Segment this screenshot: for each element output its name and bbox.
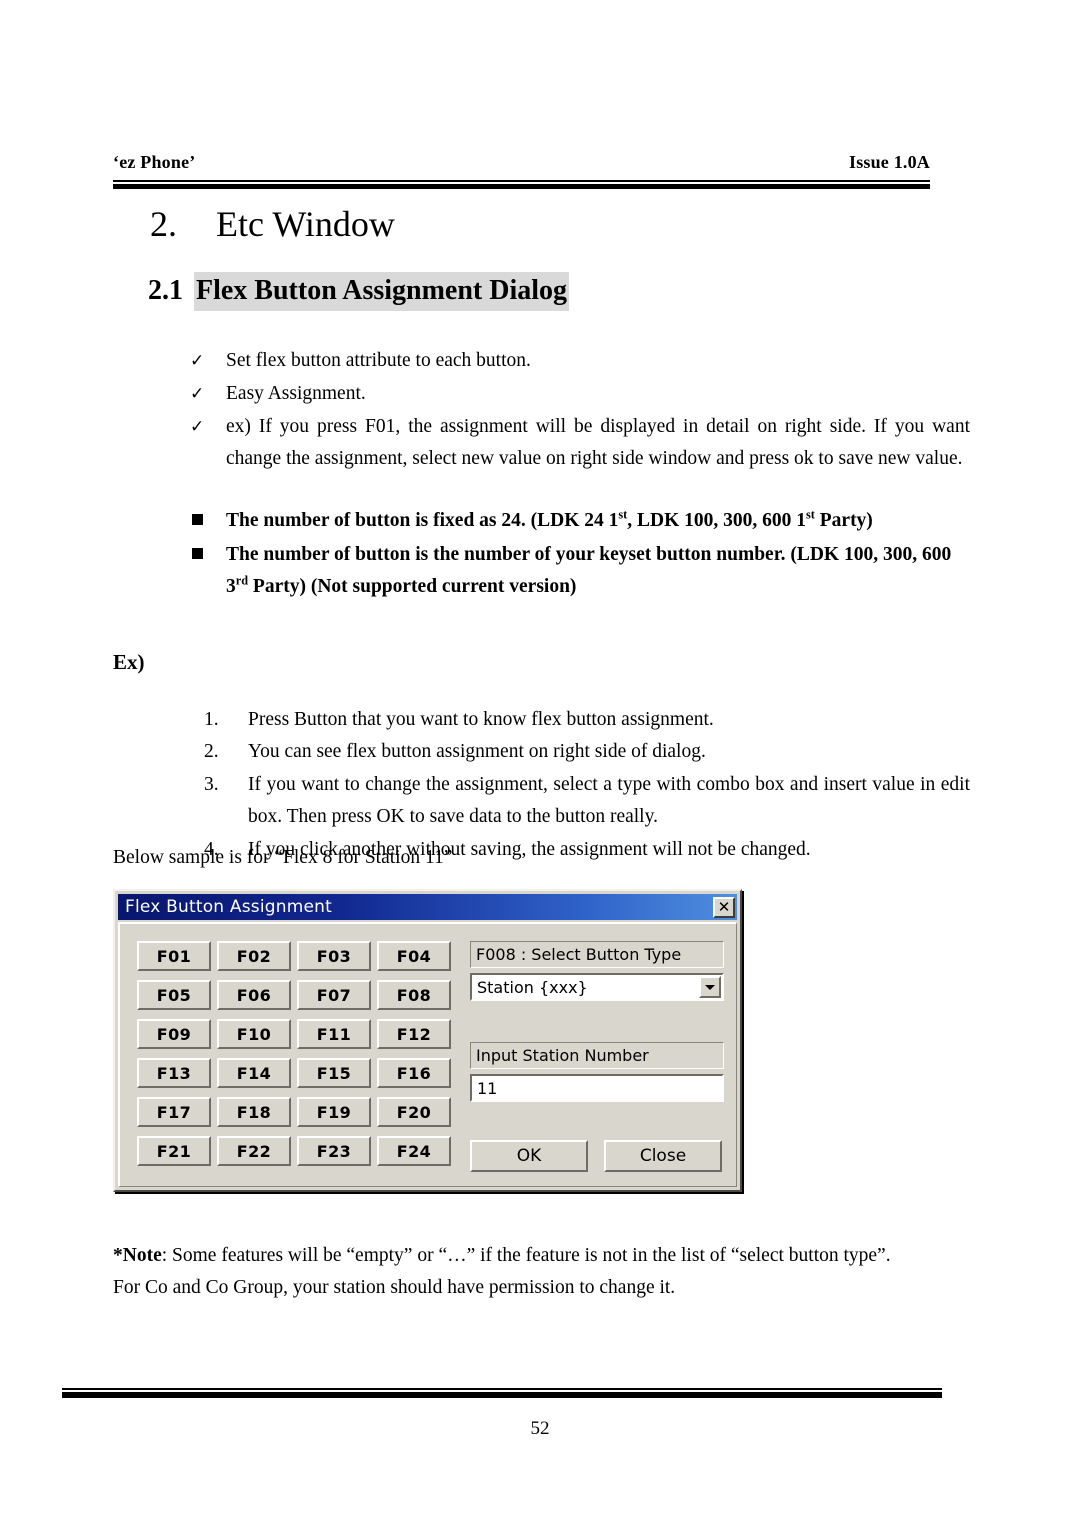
flex-button-f04[interactable]: F04 [377,941,451,971]
square-bullet-icon [192,513,203,525]
flex-button-f21[interactable]: F21 [137,1136,211,1166]
flex-button-f19[interactable]: F19 [297,1097,371,1127]
list-item-text: You can see flex button assignment on ri… [248,741,706,762]
footer-divider [62,1388,942,1398]
flex-button-f22[interactable]: F22 [217,1136,291,1166]
input-station-number-label: Input Station Number [470,1042,724,1069]
section-number: 2. [150,204,177,244]
list-item-text: ex) If you press F01, the assignment wil… [226,415,970,469]
flex-button-f17[interactable]: F17 [137,1097,211,1127]
subsection-heading: 2.1 Flex Button Assignment Dialog [148,272,570,311]
flex-button-f14[interactable]: F14 [217,1058,291,1088]
square-bullet-icon [192,547,203,559]
note-line-1: : Some features will be “empty” or “…” i… [161,1245,891,1266]
example-step-list: 1. Press Button that you want to know fle… [150,704,970,867]
list-item-number: 2. [204,741,219,762]
flex-button-f06[interactable]: F06 [217,980,291,1010]
flex-button-f01[interactable]: F01 [137,941,211,971]
list-item-number: 1. [204,708,219,730]
list-item: The number of button is fixed as 24. (LD… [190,505,970,537]
section-title: Etc Window [216,204,395,244]
list-item: 1. Press Button that you want to know fle… [190,704,970,737]
list-item: ✓ ex) If you press F01, the assignment wi… [190,411,970,475]
flex-button-f02[interactable]: F02 [217,941,291,971]
header-divider-thin-line [113,180,930,182]
page-title: 2. Etc Window [150,203,395,245]
button-type-combobox[interactable]: Station {xxx} [470,973,724,1001]
list-item: 2. You can see flex button assignment on … [190,736,970,769]
note-line-2: For Co and Co Group, your station should… [113,1277,676,1298]
list-item-text: The number of button is fixed as 24. (LD… [226,507,873,531]
subsection-number: 2.1 [148,275,183,306]
list-item-text: Set flex button attribute to each button… [226,349,531,371]
subsection-title: Flex Button Assignment Dialog [194,272,570,311]
header-divider [113,180,930,189]
list-item-text: If you want to change the assignment, se… [248,773,970,828]
check-mark-icon: ✓ [190,416,205,437]
flex-button-f16[interactable]: F16 [377,1058,451,1088]
check-mark-icon: ✓ [190,350,205,371]
feature-bullet-list: ✓ Set flex button attribute to each butto… [150,345,970,476]
list-item-text: The number of button is the number of yo… [226,543,952,597]
constraint-bullet-list: The number of button is fixed as 24. (LD… [150,505,970,605]
select-button-type-label: F008 : Select Button Type [470,941,724,968]
close-button[interactable]: Close [604,1140,722,1172]
flex-button-f15[interactable]: F15 [297,1058,371,1088]
panel-spacer [470,1001,724,1042]
document-page: ‘ez Phone’ Issue 1.0A 2. Etc Window 2.1 Fl… [0,0,1080,1528]
note-block: *Note: Some features will be “empty” or … [113,1240,933,1304]
flex-button-f18[interactable]: F18 [217,1097,291,1127]
button-detail-panel: F008 : Select Button Type Station {xxx} … [470,941,724,1102]
flex-button-f11[interactable]: F11 [297,1019,371,1049]
list-item: ✓ Set flex button attribute to each butto… [190,345,970,377]
note-prefix: *Note [113,1245,162,1266]
list-item-text: Press Button that you want to know flex … [248,708,714,730]
header-divider-thick-line [113,184,930,189]
list-item: ✓ Easy Assignment. [190,378,970,410]
ok-button[interactable]: OK [470,1140,588,1172]
example-caption: Below sample is for “Flex 8 for Station … [113,847,453,868]
header-left-text: ‘ez Phone’ [113,152,196,172]
flex-button-f13[interactable]: F13 [137,1058,211,1088]
dialog-action-bar: OK Close [470,1140,730,1172]
header-right-text: Issue 1.0A [848,152,930,172]
running-header: ‘ez Phone’ Issue 1.0A [113,152,930,173]
list-item-number: 3. [204,773,219,795]
flex-button-f09[interactable]: F09 [137,1019,211,1049]
chevron-down-icon[interactable] [699,976,721,998]
dialog-titlebar: Flex Button Assignment ✕ [118,894,737,920]
close-icon[interactable]: ✕ [713,896,735,918]
flex-button-f05[interactable]: F05 [137,980,211,1010]
dialog-body: F01 F02 F03 F04 F05 F06 F07 F08 F09 F10 … [118,922,737,1187]
flex-button-f12[interactable]: F12 [377,1019,451,1049]
dialog-title: Flex Button Assignment [125,897,332,917]
flex-button-assignment-dialog: Flex Button Assignment ✕ F01 F02 F03 F04… [113,889,742,1192]
button-type-value: Station {xxx} [477,977,588,997]
list-item: 3. If you want to change the assignment, … [190,769,970,834]
footer-divider-thin-line [62,1388,942,1390]
flex-button-f23[interactable]: F23 [297,1136,371,1166]
flex-button-f07[interactable]: F07 [297,980,371,1010]
page-number: 52 [530,1418,550,1439]
list-item-text: Easy Assignment. [226,382,366,404]
example-label: Ex) [113,650,145,674]
check-mark-icon: ✓ [190,383,205,404]
flex-button-f08[interactable]: F08 [377,980,451,1010]
list-item: The number of button is the number of yo… [190,539,970,603]
flex-button-f03[interactable]: F03 [297,941,371,971]
flex-button-f20[interactable]: F20 [377,1097,451,1127]
station-number-input[interactable]: 11 [470,1074,724,1102]
flex-button-grid: F01 F02 F03 F04 F05 F06 F07 F08 F09 F10 … [137,941,457,1166]
flex-button-f24[interactable]: F24 [377,1136,451,1166]
footer-divider-thick-line [62,1392,942,1398]
flex-button-f10[interactable]: F10 [217,1019,291,1049]
